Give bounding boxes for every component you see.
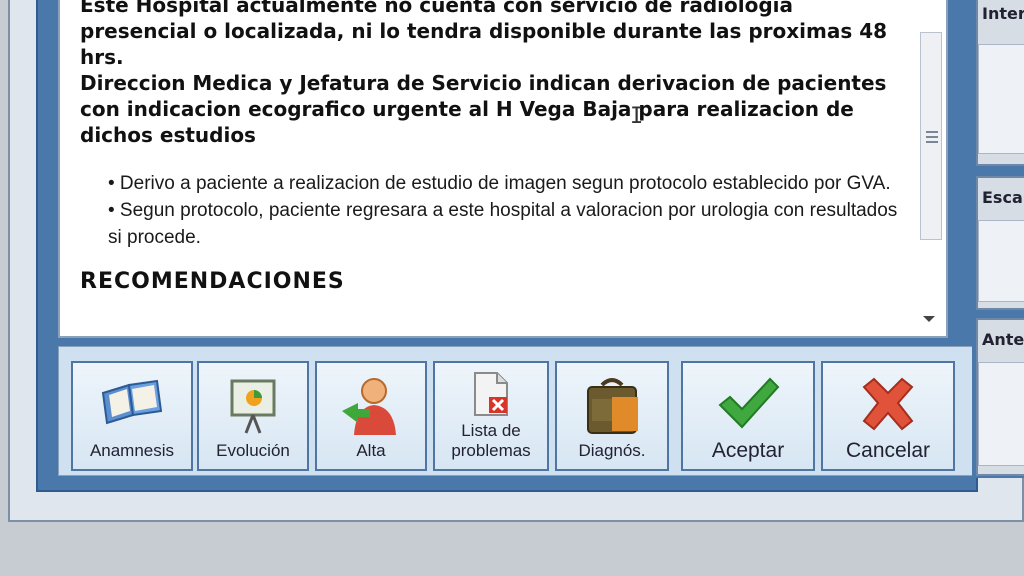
action-toolbar: Anamnesis Evolución Alta Lista de proble… [58, 346, 974, 476]
evolucion-button[interactable]: Evolución [197, 361, 309, 471]
lista-problemas-label-line2: problemas [451, 441, 531, 460]
scroll-down-arrow-icon[interactable] [923, 316, 935, 322]
antecedentes-label: Ante [982, 330, 1024, 349]
antecedentes-panel[interactable]: Ante [976, 318, 1024, 476]
cancelar-label: Cancelar [845, 439, 931, 462]
evolucion-label: Evolución [216, 441, 290, 460]
editor-content[interactable]: Este Hospital actualmente no cuenta con … [80, 0, 910, 294]
document-delete-icon [469, 371, 513, 422]
alta-button[interactable]: Alta [315, 361, 427, 471]
scrollbar-grip-icon [926, 131, 938, 143]
clinical-text-editor[interactable]: Este Hospital actualmente no cuenta con … [58, 0, 948, 338]
bullet-item-protocol: • Segun protocolo, paciente regresara a … [108, 200, 898, 248]
presentation-board-icon [224, 375, 282, 442]
diagnos-label: Diagnós. [578, 441, 646, 460]
bullet-item-derivation: • Derivo a paciente a realizacion de est… [108, 173, 891, 194]
checkmark-icon [716, 375, 780, 436]
aceptar-label: Aceptar [711, 439, 785, 462]
anamnesis-button[interactable]: Anamnesis [71, 361, 193, 471]
interconsultas-panel[interactable]: Inter [976, 0, 1024, 166]
lista-problemas-button[interactable]: Lista de problemas [433, 361, 549, 471]
interconsultas-label: Inter [982, 4, 1024, 23]
aceptar-button[interactable]: Aceptar [681, 361, 815, 471]
text-cursor-icon: I [630, 104, 644, 129]
scrollbar-thumb[interactable] [920, 32, 942, 240]
escalas-label: Esca [982, 188, 1023, 207]
anamnesis-label: Anamnesis [89, 441, 175, 460]
lista-problemas-label-line1: Lista de [461, 421, 521, 440]
bag-icon [582, 375, 642, 442]
hospital-notice-paragraph: Este Hospital actualmente no cuenta con … [80, 0, 888, 147]
escalas-panel-body [978, 220, 1024, 302]
person-discharge-icon [340, 375, 402, 442]
alta-label: Alta [356, 441, 386, 460]
editor-scrollbar[interactable] [916, 0, 942, 322]
antecedentes-panel-body [978, 362, 1024, 466]
open-book-icon [99, 375, 165, 434]
escalas-panel[interactable]: Esca [976, 176, 1024, 310]
diagnos-button[interactable]: Diagnós. [555, 361, 669, 471]
red-x-icon [858, 375, 918, 438]
recomendaciones-heading: RECOMENDACIONES [80, 269, 345, 294]
cancelar-button[interactable]: Cancelar [821, 361, 955, 471]
interconsultas-panel-body [978, 44, 1024, 154]
